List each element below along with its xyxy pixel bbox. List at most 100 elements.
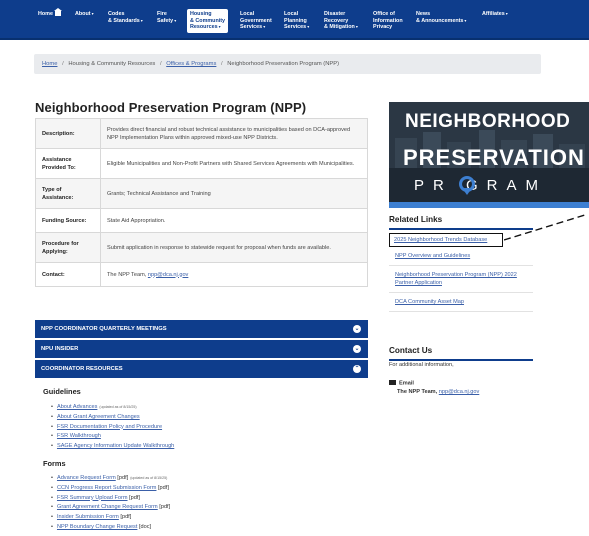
table-row: Type of Assistance: Grants; Technical As… <box>35 178 368 209</box>
list-item: CCN Progress Report Submission Form [pdf… <box>51 484 170 494</box>
contact-email-link[interactable]: npp@dca.nj.gov <box>439 389 480 395</box>
accordion-coordinator-resources[interactable]: COORDINATOR RESOURCES ⌃ <box>35 360 368 378</box>
form-link[interactable]: FSR Summary Upload Form <box>57 495 128 501</box>
list-item: FSR Walkthrough <box>51 432 174 442</box>
nav-housing-community[interactable]: Housing & Community Resources▾ <box>187 9 229 33</box>
accordion-label: NPP COORDINATOR QUARTERLY MEETINGS <box>41 326 167 332</box>
related-link-overview[interactable]: NPP Overview and Guidelines <box>395 253 470 259</box>
logo-line-3: PR GRAM <box>414 177 548 194</box>
guidelines-list: About Advances(updated as of 8/15/25) Ab… <box>51 403 174 452</box>
list-item: Advance Request Form [pdf](updated as of… <box>51 474 170 484</box>
row-value: Eligible Municipalities and Non-Profit P… <box>100 148 368 179</box>
table-row: Procedure for Applying: Submit applicati… <box>35 232 368 263</box>
related-links-heading: Related Links <box>389 215 443 224</box>
guideline-link[interactable]: SAGE Agency Information Update Walkthrou… <box>57 443 174 449</box>
related-link-partner-application[interactable]: Neighborhood Preservation Program (NPP) … <box>395 272 517 286</box>
related-link-trends-database[interactable]: 2025 Neighborhood Trends Database <box>394 237 487 243</box>
nav-label: Disaster Recovery & Mitigation <box>324 11 355 31</box>
breadcrumb-offices[interactable]: Offices & Programs <box>166 61 216 67</box>
nav-home-label: Home <box>38 11 53 17</box>
nav-information-privacy[interactable]: Office of Information Privacy <box>373 11 403 31</box>
list-item: Grant Agreement Change Request Form [pdf… <box>51 503 170 513</box>
nav-news[interactable]: News & Announcements▾ <box>416 11 466 24</box>
row-label: Procedure for Applying: <box>35 232 101 263</box>
guidelines-heading: Guidelines <box>43 387 81 396</box>
guideline-link[interactable]: FSR Walkthrough <box>57 433 101 439</box>
nav-label: Office of Information Privacy <box>373 11 403 31</box>
list-item: FSR Summary Upload Form [pdf] <box>51 494 170 504</box>
nav-home[interactable]: Home <box>38 8 62 18</box>
form-link[interactable]: NPP Boundary Change Request <box>57 524 137 530</box>
nav-label: About <box>75 11 91 17</box>
accordion-coordinator-meetings[interactable]: NPP COORDINATOR QUARTERLY MEETINGS ⌄ <box>35 320 368 338</box>
breadcrumb: Home / Housing & Community Resources / O… <box>34 54 541 74</box>
chevron-down-icon: ▾ <box>140 17 143 23</box>
breadcrumb-separator: / <box>221 61 223 67</box>
file-type: [pdf] <box>127 494 140 501</box>
related-links-list: 2025 Neighborhood Trends Database NPP Ov… <box>389 232 533 312</box>
file-type: [pdf] <box>156 484 169 491</box>
chevron-down-icon: ▾ <box>505 11 508 16</box>
envelope-icon <box>389 380 396 385</box>
logo-line-1: NEIGHBORHOOD <box>405 111 571 132</box>
list-item: Insider Submission Form [pdf] <box>51 513 170 523</box>
row-value: Submit application in response to statew… <box>100 232 368 263</box>
table-row: Description: Provides direct financial a… <box>35 118 368 149</box>
nav-about[interactable]: About▾ <box>75 11 94 18</box>
form-link[interactable]: Advance Request Form <box>57 475 116 481</box>
accordion-npu-insider[interactable]: NPU INSIDER ⌄ <box>35 340 368 358</box>
npp-logo: NEIGHBORHOOD PRESERVATION PR GRAM <box>389 102 589 208</box>
nav-fire-safety[interactable]: Fire Safety▾ <box>157 11 176 24</box>
breadcrumb-home[interactable]: Home <box>42 61 57 67</box>
row-value: Grants; Technical Assistance and Trainin… <box>100 178 368 209</box>
logo-accent-bar <box>389 202 589 208</box>
nav-label: Local Government Services <box>240 11 272 31</box>
contact-team: The NPP Team, <box>397 389 438 395</box>
list-item: NPP Boundary Change Request [doc] <box>51 523 170 533</box>
chevron-down-icon: ▾ <box>174 17 177 23</box>
breadcrumb-current: Neighborhood Preservation Program (NPP) <box>227 61 340 67</box>
update-note: (updated as of 8/15/25) <box>130 476 168 480</box>
list-item: DCA Community Asset Map <box>389 293 533 312</box>
nav-label: Fire Safety <box>157 11 174 24</box>
update-note: (updated as of 8/15/25) <box>99 405 137 409</box>
guideline-link[interactable]: About Grant Agreement Changes <box>57 414 140 420</box>
page-title: Neighborhood Preservation Program (NPP) <box>35 100 307 115</box>
breadcrumb-separator: / <box>62 61 64 67</box>
row-value: State Aid Appropriation. <box>100 208 368 233</box>
form-link[interactable]: Insider Submission Form <box>57 514 119 520</box>
chevron-down-icon: ▾ <box>218 24 221 30</box>
file-type: [doc] <box>137 523 152 530</box>
nav-codes-standards[interactable]: Codes & Standards▾ <box>108 11 143 24</box>
breadcrumb-housing: Housing & Community Resources <box>68 61 156 67</box>
accordion-label: COORDINATOR RESOURCES <box>41 366 123 372</box>
nav-local-government[interactable]: Local Government Services▾ <box>240 11 272 31</box>
table-row: Assistance Provided To: Eligible Municip… <box>35 148 368 179</box>
row-label: Contact: <box>35 262 101 287</box>
chevron-down-icon: ▾ <box>307 24 310 30</box>
guideline-link[interactable]: FSR Documentation Policy and Procedure <box>57 424 162 430</box>
forms-list: Advance Request Form [pdf] (updated as of… <box>51 474 170 533</box>
nav-affiliates[interactable]: Affiliates▾ <box>482 11 508 18</box>
nav-disaster-recovery[interactable]: Disaster Recovery & Mitigation▾ <box>324 11 358 31</box>
row-value: The NPP Team, npp@dca.nj.gov <box>100 262 368 287</box>
file-type: [pdf] <box>157 504 171 511</box>
accordion: NPP COORDINATOR QUARTERLY MEETINGS ⌄ NPU… <box>35 320 368 380</box>
table-row: Funding Source: State Aid Appropriation. <box>35 208 368 233</box>
form-link[interactable]: Grant Agreement Change Request Form <box>57 504 158 510</box>
contact-team-row: The NPP Team, npp@dca.nj.gov <box>397 389 479 397</box>
list-item: 2025 Neighborhood Trends Database <box>389 233 503 247</box>
related-link-asset-map[interactable]: DCA Community Asset Map <box>395 299 464 305</box>
form-link[interactable]: CCN Progress Report Submission Form <box>57 485 156 491</box>
guideline-link[interactable]: About Advances <box>57 404 97 410</box>
chevron-down-icon: ⌄ <box>353 345 361 353</box>
list-item: About Grant Agreement Changes <box>51 413 174 423</box>
chevron-down-icon: ▾ <box>355 24 358 30</box>
logo-line-2: PRESERVATION <box>403 145 585 170</box>
contact-intro: For additional information, <box>389 362 454 368</box>
list-item: Neighborhood Preservation Program (NPP) … <box>389 266 533 293</box>
nav-label: News & Announcements <box>416 11 464 24</box>
list-item: About Advances(updated as of 8/15/25) <box>51 403 174 413</box>
nav-local-planning[interactable]: Local Planning Services▾ <box>284 11 309 31</box>
contact-email-link[interactable]: npp@dca.nj.gov <box>148 272 189 278</box>
